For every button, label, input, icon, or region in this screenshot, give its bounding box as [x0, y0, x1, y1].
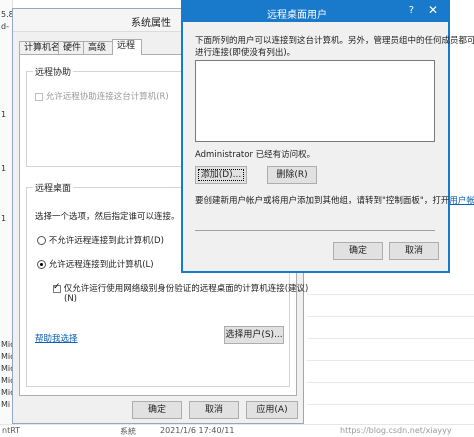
access-status-text: Administrator 已经有访问权。 — [195, 150, 316, 160]
background-cell: 系統 — [120, 427, 136, 436]
dialog-body: 下面所列的用户可以连接到这台计算机。另外，管理员组中的任何成员都可以 进行连接(… — [183, 22, 474, 271]
cancel-button[interactable]: 取消 — [189, 401, 239, 419]
background-fragment: 1 — [1, 164, 7, 173]
help-icon[interactable]: ? — [409, 5, 414, 16]
background-fragment: 1 — [1, 214, 7, 223]
nla-checkbox[interactable] — [53, 282, 61, 293]
tab-hardware[interactable]: 硬件 — [58, 41, 84, 54]
divider — [195, 230, 435, 231]
watermark-text: https://blog.csdn.net/xiayyy — [340, 426, 452, 435]
background-status-row: ntRT 系統 2021/1/6 17:40/11 https://blog.c… — [0, 424, 474, 437]
checkbox-label: 允许远程协助连接这台计算机(R) — [45, 92, 169, 102]
ok-button[interactable]: 确定 — [132, 401, 182, 419]
user-accounts-link[interactable]: 用户帐户 — [449, 196, 474, 206]
description-line1: 下面所列的用户可以连接到这台计算机。另外，管理员组中的任何成员都可以 — [195, 36, 474, 46]
background-fragment: 1 — [1, 110, 7, 119]
radio-label: 允许远程连接到此计算机(L) — [48, 260, 154, 270]
users-listbox[interactable] — [195, 60, 435, 142]
allow-remote-option[interactable]: 允许远程连接到此计算机(L) — [37, 258, 154, 270]
radio-label: 不允许远程连接到此计算机(D) — [48, 236, 164, 246]
background-cell: 2021/1/6 17:40/11 — [160, 426, 235, 435]
deny-remote-option[interactable]: 不允许远程连接到此计算机(D) — [37, 234, 164, 246]
help-me-choose-link[interactable]: 帮助我选择 — [35, 332, 78, 344]
dialog-ok-button[interactable]: 确定 — [333, 242, 383, 260]
dialog-cancel-button[interactable]: 取消 — [389, 242, 439, 260]
background-cell: ntRT — [2, 426, 21, 435]
background-list-area — [307, 272, 474, 436]
select-users-button[interactable]: 选择用户(S)... — [224, 326, 284, 344]
window-title: 系统属性 — [131, 18, 171, 29]
group-label: 远程协助 — [33, 65, 74, 78]
dialog-title: 远程桌面用户 — [267, 10, 327, 21]
background-fragment: Mi — [1, 400, 11, 409]
create-account-desc: 要创建新用户帐户或将用户添加到其他组，请转到"控制面板"，打开 — [195, 196, 450, 206]
group-label: 远程桌面 — [33, 181, 74, 194]
background-fragment: d- — [1, 22, 9, 31]
allow-remote-assistance-row[interactable]: 允许远程协助连接这台计算机(R) — [35, 90, 169, 102]
remote-desktop-users-dialog: 远程桌面用户 ? ✕ 下面所列的用户可以连接到这台计算机。另外，管理员组中的任何… — [181, 0, 474, 273]
nla-shortcut: (N) — [64, 294, 77, 304]
dialog-titlebar[interactable]: 远程桌面用户 ? ✕ — [183, 2, 448, 22]
deny-remote-radio[interactable] — [37, 236, 46, 245]
tab-advanced[interactable]: 高级 — [83, 41, 113, 54]
nla-option[interactable]: 仅允许运行使用网络级别身份验证的远程桌面的计算机连接(建议) — [53, 282, 308, 294]
tab-computer-name[interactable]: 计算机名 — [19, 41, 60, 54]
apply-button[interactable]: 应用(A) — [246, 401, 298, 419]
checkbox-label: 仅允许运行使用网络级别身份验证的远程桌面的计算机连接(建议) — [63, 284, 309, 294]
tab-remote[interactable]: 远程 — [112, 39, 142, 55]
allow-remote-assistance-checkbox[interactable] — [35, 92, 43, 101]
add-user-button[interactable]: 添加(D)... — [195, 166, 247, 184]
allow-remote-radio[interactable] — [37, 260, 46, 269]
instruction-text: 选择一个选项，然后指定谁可以连接。 — [35, 212, 180, 222]
remove-user-button[interactable]: 删除(R) — [267, 166, 317, 184]
description-line2: 进行连接(即使没有列出)。 — [195, 48, 296, 58]
close-icon[interactable]: ✕ — [421, 3, 445, 17]
create-account-text: 要创建新用户帐户或将用户添加到其他组，请转到"控制面板"，打开用户帐户。 — [195, 194, 474, 206]
